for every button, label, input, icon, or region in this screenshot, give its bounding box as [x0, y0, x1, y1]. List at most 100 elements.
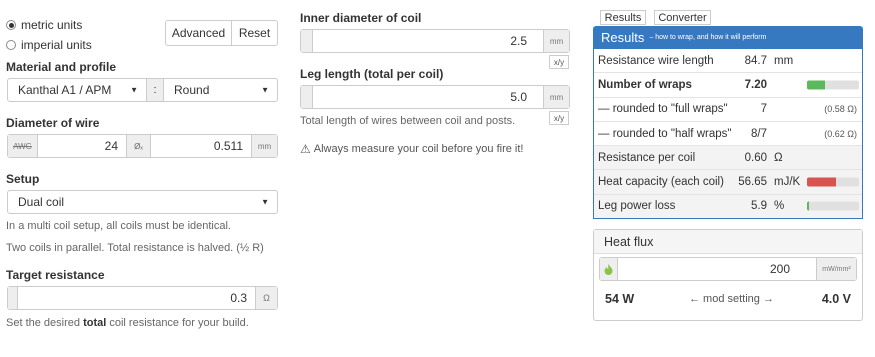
table-row: — rounded to "half wraps" 8/7 (0.62 Ω) — [594, 120, 862, 145]
profile-select[interactable]: Round ▼ — [163, 78, 278, 102]
leg-length-help: Total length of wires between coil and p… — [300, 115, 516, 127]
diameter-mm-value: 0.511 — [213, 139, 243, 153]
chevron-down-icon: ▼ — [261, 197, 269, 207]
advanced-button[interactable]: Advanced — [165, 20, 232, 46]
inner-xy-toggle[interactable]: x/y — [549, 55, 569, 69]
volts-readout: 4.0 V — [821, 292, 851, 306]
target-help-bold: total — [83, 317, 107, 329]
row-name: — rounded to "half wraps" — [598, 127, 732, 140]
row-name: Heat capacity (each coil) — [598, 176, 724, 189]
radio-checked-icon — [6, 20, 16, 30]
tab-converter[interactable]: Converter — [654, 10, 711, 25]
row-value: 0.60 — [744, 151, 767, 164]
row-unit: mm — [774, 54, 794, 67]
row-unit: Ω — [774, 151, 783, 164]
chevron-down-icon: ▼ — [130, 85, 138, 95]
watts-readout: 54 W — [605, 292, 635, 306]
leg-length-value: 5.0 — [510, 90, 527, 104]
reset-button[interactable]: Reset — [231, 20, 278, 46]
target-help-pre: Set the desired — [6, 317, 84, 329]
setup-help-1: In a multi coil setup, all coils must be… — [6, 220, 231, 232]
tab-results[interactable]: Results — [600, 10, 646, 25]
mm-unit-addon: mm — [251, 135, 277, 157]
row-value: 7 — [760, 103, 767, 116]
row-unit: mJ/K — [774, 176, 801, 189]
diameter-mm-input[interactable]: 0.511 mm — [150, 134, 278, 158]
heat-flux-title: Heat flux — [594, 230, 862, 254]
row-name: Resistance per coil — [598, 151, 696, 164]
row-name: — rounded to "full wraps" — [598, 103, 728, 116]
row-name: Number of wraps — [598, 78, 692, 91]
row-name: Leg power loss — [598, 200, 676, 213]
target-resistance-input[interactable]: 0.3 Ω — [7, 286, 278, 310]
heat-flux-value: 200 — [769, 262, 790, 276]
level-bar — [807, 80, 859, 90]
inner-diameter-input[interactable]: 2.5 mm — [300, 29, 570, 53]
inner-diameter-value: 2.5 — [510, 34, 527, 48]
leg-length-label: Leg length (total per coil) — [300, 67, 444, 81]
results-table: Resistance wire length 84.7 mm Number of wr… — [593, 49, 863, 220]
mod-setting-label: ← mod setting → — [689, 293, 774, 305]
level-bar-fill — [807, 177, 836, 187]
heat-flux-unit: mW/mm² — [816, 258, 856, 280]
table-row: Leg power loss 5.9% — [594, 193, 862, 219]
material-label: Material and profile — [6, 60, 117, 74]
row-extra: (0.58 Ω) — [824, 104, 857, 115]
material-select[interactable]: Kanthal A1 / APM ▼ — [7, 78, 147, 102]
material-separator: : — [146, 78, 164, 102]
flame-icon-svg — [604, 263, 613, 275]
leg-xy-toggle[interactable]: x/y — [549, 111, 569, 125]
level-bar-fill — [807, 201, 810, 211]
row-value: 8/7 — [751, 127, 767, 140]
metric-units-label: metric units — [21, 18, 83, 32]
results-title: Results — [601, 30, 645, 45]
target-help-post: coil resistance for your build. — [106, 317, 249, 329]
level-bar-fill — [807, 80, 826, 90]
target-resistance-value: 0.3 — [230, 291, 247, 305]
table-row: Number of wraps 7.20 — [594, 72, 862, 96]
leg-length-input[interactable]: 5.0 mm — [300, 85, 570, 109]
warning-text: Always measure your coil before you fire… — [313, 143, 524, 155]
row-value: 84.7 — [744, 54, 767, 67]
heat-flux-panel: Heat flux 200 mW/mm² 54 W ← mod setting … — [593, 229, 863, 321]
diameter-symbol: Øₓ — [126, 134, 151, 158]
level-bar — [807, 201, 859, 211]
setup-value: Dual coil — [18, 195, 65, 209]
target-help: Set the desired total coil resistance fo… — [6, 317, 249, 329]
diameter-label: Diameter of wire — [6, 116, 100, 130]
target-resistance-label: Target resistance — [6, 268, 105, 282]
mm-unit-addon: mm — [543, 86, 569, 108]
awg-value: 24 — [104, 139, 118, 153]
imperial-units-radio[interactable]: imperial units — [6, 38, 92, 52]
results-subtitle: – how to wrap, and how it will perform — [649, 34, 767, 41]
slider-handle[interactable] — [301, 86, 313, 108]
row-unit: % — [774, 200, 785, 213]
ohm-unit-addon: Ω — [255, 287, 277, 309]
table-row: Resistance wire length 84.7 mm — [594, 49, 862, 72]
mm-unit-addon: mm — [543, 30, 569, 52]
awg-input[interactable]: AWG 24 — [7, 134, 127, 158]
setup-select[interactable]: Dual coil ▼ — [7, 190, 278, 214]
warning-note: ⚠ Always measure your coil before you fi… — [300, 142, 523, 156]
setup-help-2: Two coils in parallel. Total resistance … — [6, 242, 264, 254]
radio-unchecked-icon — [6, 40, 16, 50]
setup-label: Setup — [6, 172, 40, 186]
awg-addon: AWG — [8, 135, 38, 157]
table-row: — rounded to "full wraps" 7 (0.58 Ω) — [594, 96, 862, 121]
row-value: 7.20 — [744, 78, 767, 91]
inner-diameter-label: Inner diameter of coil — [300, 11, 422, 25]
metric-units-radio[interactable]: metric units — [6, 18, 82, 32]
row-extra: (0.62 Ω) — [824, 128, 857, 139]
table-row: Resistance per coil 0.60 Ω — [594, 145, 862, 170]
slider-handle[interactable] — [301, 30, 313, 52]
level-bar — [807, 177, 859, 187]
imperial-units-label: imperial units — [21, 38, 92, 52]
material-value: Kanthal A1 / APM — [18, 83, 112, 97]
heat-flux-input[interactable]: 200 mW/mm² — [599, 257, 857, 281]
results-header: Results – how to wrap, and how it will p… — [593, 26, 863, 49]
table-row: Heat capacity (each coil) 56.65 mJ/K — [594, 169, 862, 194]
warning-icon: ⚠ — [300, 142, 311, 156]
row-value: 56.65 — [738, 176, 767, 189]
row-name: Resistance wire length — [598, 54, 714, 67]
slider-handle[interactable] — [8, 287, 18, 309]
